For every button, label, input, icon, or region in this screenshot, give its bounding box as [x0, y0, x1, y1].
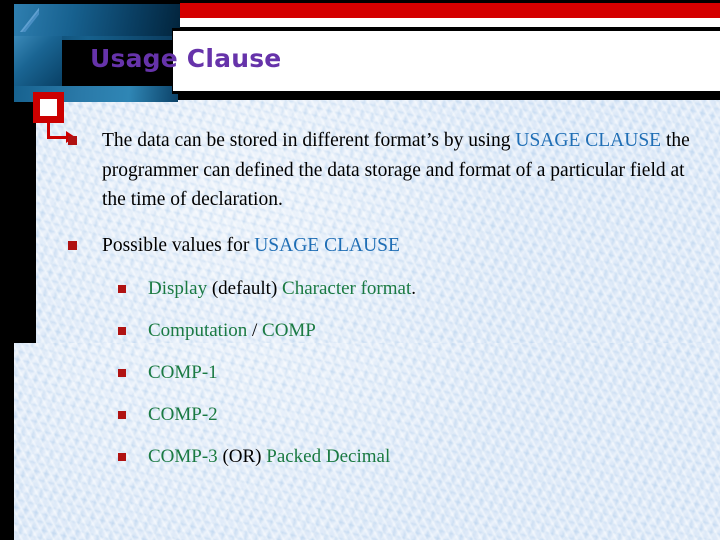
- bullet-comp-3: COMP-3 (OR) Packed Decimal: [64, 444, 712, 470]
- text-run: The data can be stored in different form…: [102, 130, 516, 151]
- square-bullet-icon: [118, 411, 126, 419]
- text-run: COMP-3: [148, 446, 223, 467]
- bullet-computation: Computation / COMP: [64, 318, 712, 344]
- slide-canvas: Usage Clause The data can be stored in d…: [0, 0, 720, 540]
- square-bullet-icon: [118, 369, 126, 377]
- text-run: /: [251, 320, 263, 341]
- header-red-bar: [180, 3, 720, 18]
- bullet-usage-clause-intro: The data can be stored in different form…: [64, 126, 712, 215]
- decoration-diagonal-slash-icon: [17, 4, 39, 32]
- text-run: (OR): [222, 446, 267, 467]
- bullet-possible-values: Possible values for USAGE CLAUSE: [64, 231, 712, 261]
- bullet-comp-1: COMP-1: [64, 360, 712, 386]
- text-run: USAGE CLAUSE: [515, 130, 662, 151]
- square-bullet-icon: [118, 453, 126, 461]
- text-run: COMP-2: [148, 404, 218, 425]
- text-run: (default): [211, 278, 283, 299]
- text-run: Possible values for: [102, 234, 255, 256]
- left-black-band-narrow: [0, 343, 14, 540]
- bullet-comp-2: COMP-2: [64, 402, 712, 428]
- square-bullet-icon: [118, 327, 126, 335]
- header-white-strip: [180, 18, 720, 27]
- text-run: COMP-1: [148, 362, 218, 383]
- text-run: USAGE CLAUSE: [254, 234, 400, 256]
- text-run: Packed Decimal: [266, 446, 391, 467]
- text-run: COMP: [262, 320, 316, 341]
- text-run: Character format: [282, 278, 412, 299]
- square-bullet-icon: [68, 240, 77, 250]
- square-bullet-icon: [68, 136, 77, 145]
- red-square-callout-icon: [33, 92, 64, 123]
- text-run: Computation: [148, 320, 252, 341]
- text-run: .: [411, 278, 416, 299]
- bullet-display: Display (default) Character format.: [64, 276, 712, 302]
- square-bullet-icon: [118, 285, 126, 293]
- text-run: Display: [148, 278, 212, 299]
- slide-body: The data can be stored in different form…: [64, 126, 712, 486]
- page-title: Usage Clause: [90, 44, 282, 73]
- left-black-band-wide: [0, 100, 36, 343]
- decoration-blue-square: [14, 36, 62, 88]
